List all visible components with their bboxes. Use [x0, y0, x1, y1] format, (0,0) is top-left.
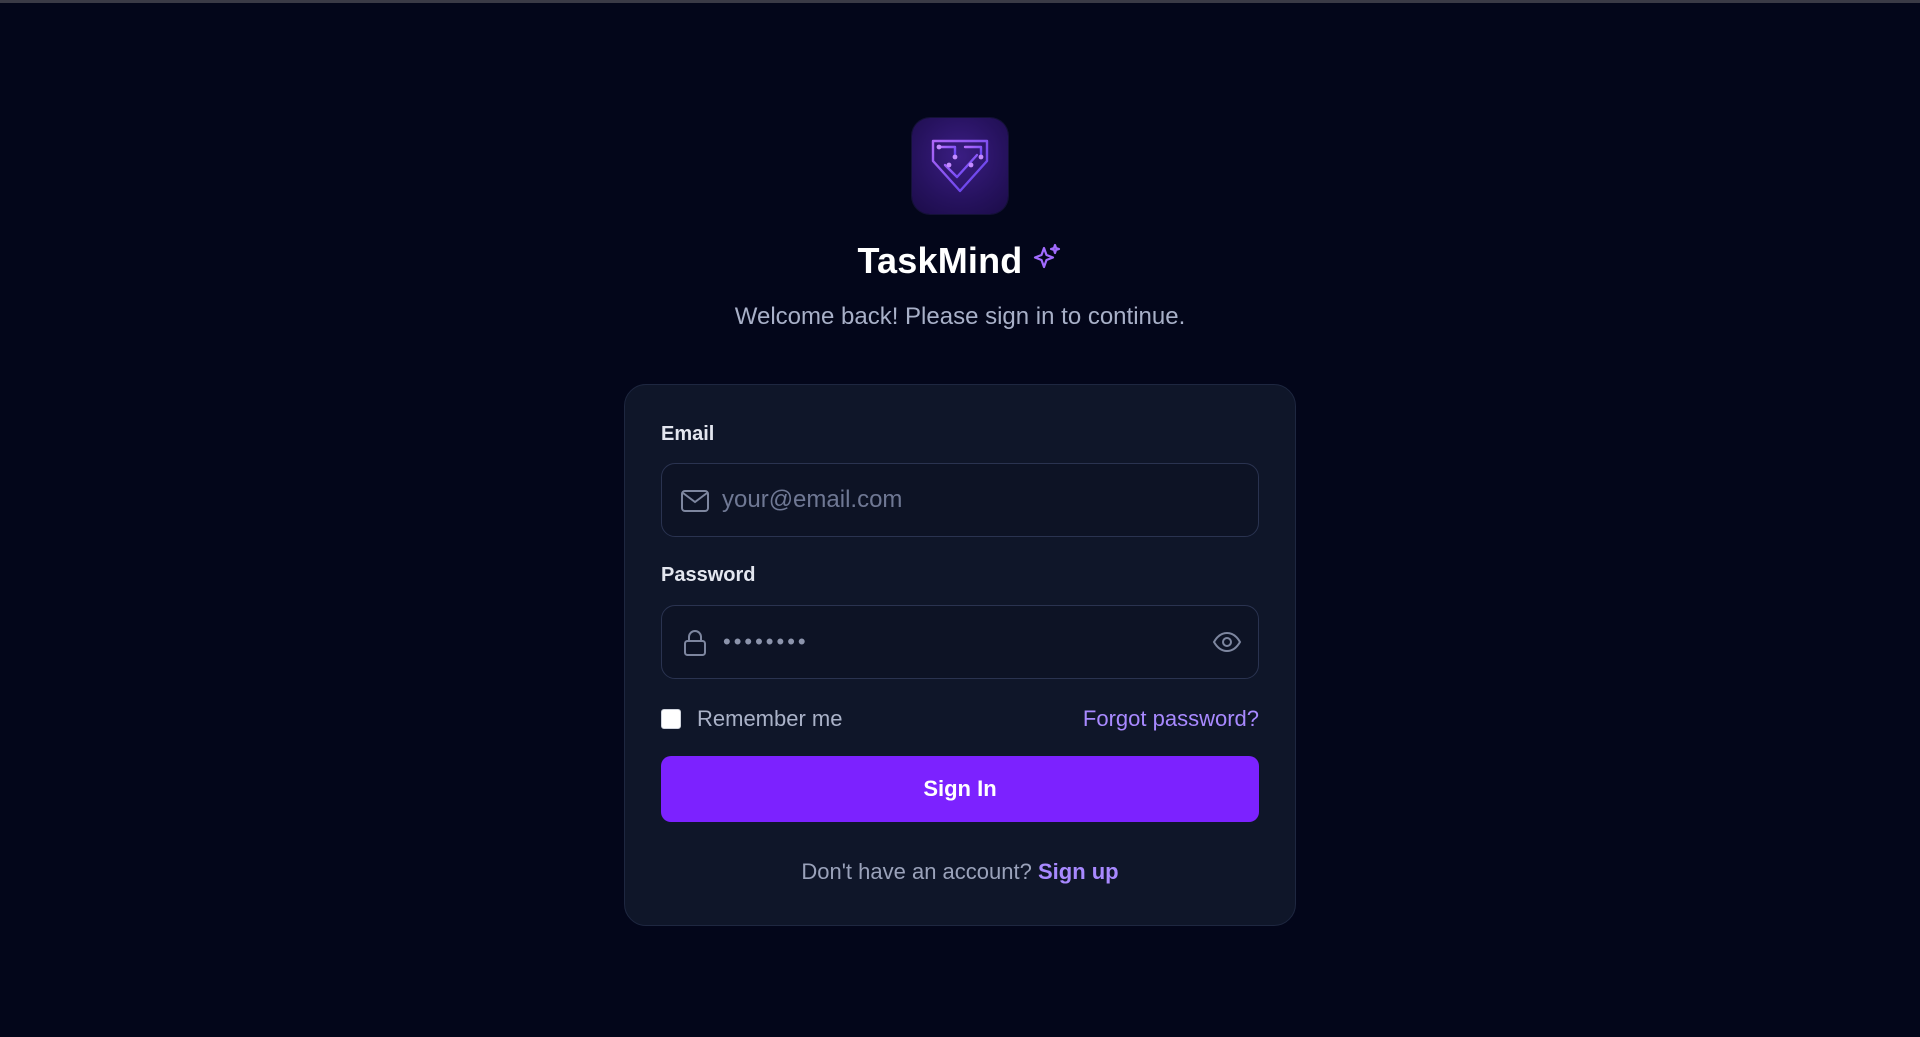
signup-row: Don't have an account? Sign up: [625, 859, 1295, 885]
login-card: Email your@email.com Password •••••••• R…: [624, 384, 1296, 926]
email-label: Email: [661, 423, 715, 445]
app-name: TaskMind: [857, 240, 1023, 281]
lock-icon: [684, 630, 706, 656]
app-title: TaskMind: [0, 240, 1920, 282]
sparkle-icon: [1032, 239, 1062, 281]
sign-in-button[interactable]: Sign In: [661, 756, 1259, 822]
remember-me[interactable]: Remember me: [661, 705, 842, 733]
remember-checkbox[interactable]: [661, 709, 681, 729]
password-value: ••••••••: [723, 629, 809, 654]
welcome-subtitle: Welcome back! Please sign in to continue…: [734, 303, 1186, 330]
circuit-shield-logo-icon: [931, 139, 989, 193]
password-label: Password: [661, 564, 756, 586]
email-field[interactable]: your@email.com: [661, 463, 1259, 537]
signup-prompt: Don't have an account?: [801, 859, 1032, 884]
sign-up-link[interactable]: Sign up: [1038, 859, 1119, 884]
eye-icon[interactable]: [1212, 629, 1242, 655]
forgot-password-link[interactable]: Forgot password?: [1083, 705, 1259, 733]
login-page: TaskMind Welcome back! Please sign in to…: [0, 0, 1920, 1037]
remember-label: Remember me: [697, 706, 843, 731]
password-field[interactable]: ••••••••: [661, 605, 1259, 679]
mail-icon: [681, 490, 709, 512]
email-placeholder: your@email.com: [722, 486, 903, 513]
app-logo: [912, 118, 1008, 214]
